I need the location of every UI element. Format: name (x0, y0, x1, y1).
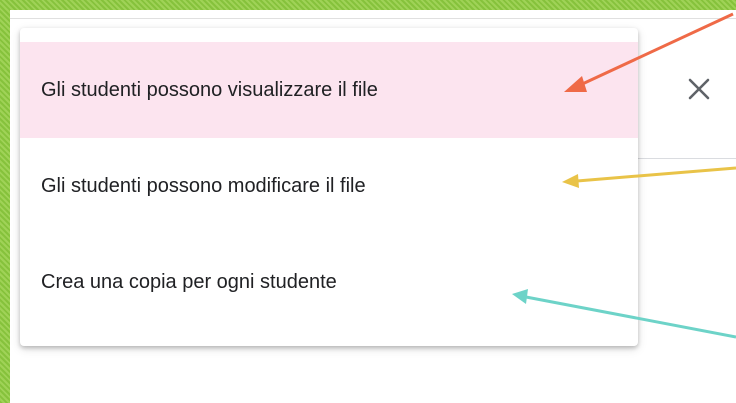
close-icon[interactable] (686, 76, 712, 102)
menu-item-label: Gli studenti possono modificare il file (41, 174, 366, 197)
dialog-area: Gli studenti possono visualizzare il fil… (10, 10, 736, 403)
header-divider (630, 158, 736, 159)
menu-item-label: Gli studenti possono visualizzare il fil… (41, 78, 378, 101)
menu-item-view[interactable]: Gli studenti possono visualizzare il fil… (20, 42, 638, 138)
menu-item-edit[interactable]: Gli studenti possono modificare il file (20, 138, 638, 234)
menu-item-copy[interactable]: Crea una copia per ogni studente (20, 234, 638, 330)
menu-item-label: Crea una copia per ogni studente (41, 270, 337, 293)
header-border (10, 18, 736, 19)
sharing-options-menu: Gli studenti possono visualizzare il fil… (20, 28, 638, 346)
